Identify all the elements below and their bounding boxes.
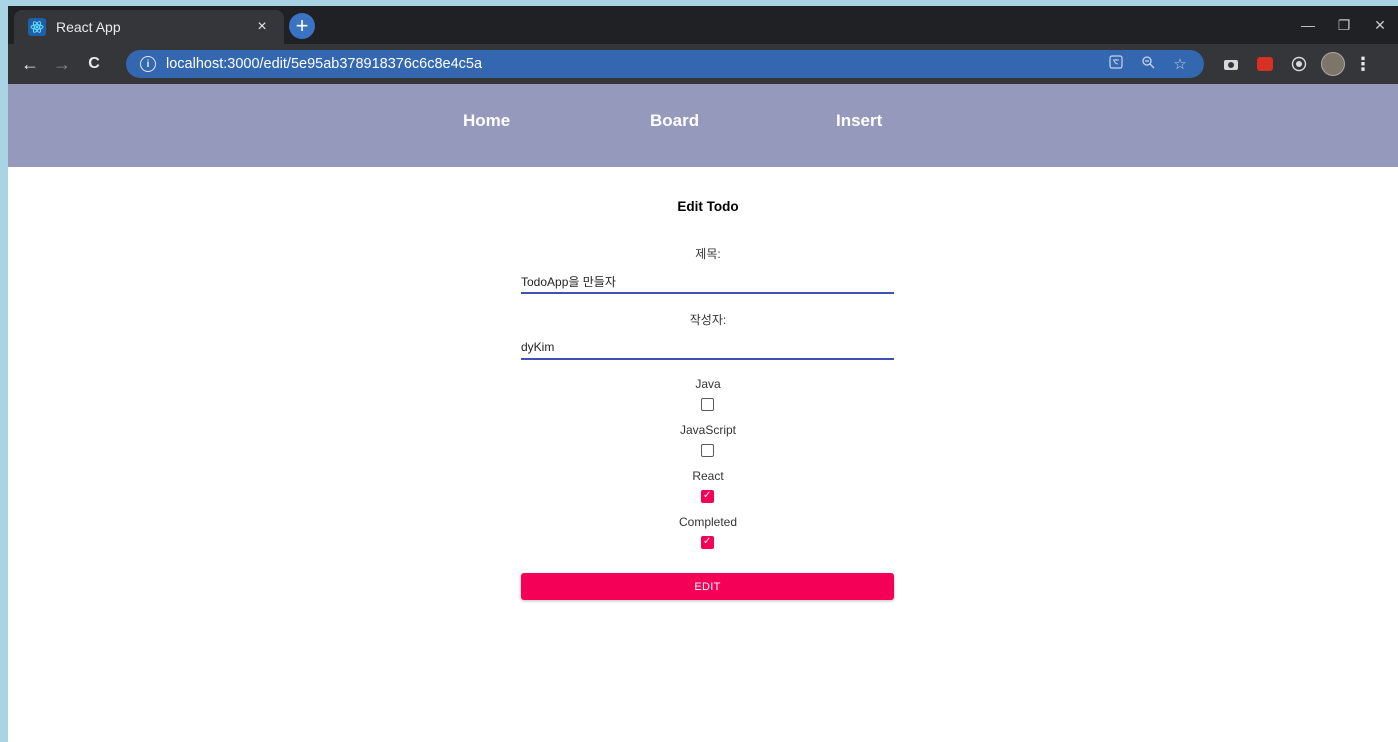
target-extension-icon[interactable] bbox=[1282, 56, 1316, 72]
red-extension-icon[interactable] bbox=[1248, 57, 1282, 71]
author-label: 작성자: bbox=[689, 313, 727, 327]
address-bar[interactable]: i localhost:3000/edit/5e95ab378918376c6c… bbox=[126, 50, 1204, 78]
java-checkbox[interactable] bbox=[701, 398, 714, 411]
react-favicon-icon bbox=[28, 18, 46, 36]
nav-insert-link[interactable]: Insert bbox=[836, 111, 882, 131]
java-label: Java bbox=[695, 377, 721, 391]
browser-toolbar: ← → C i localhost:3000/edit/5e95ab378918… bbox=[8, 44, 1398, 84]
title-input[interactable] bbox=[521, 270, 894, 294]
edit-submit-button[interactable]: EDIT bbox=[521, 573, 894, 600]
title-label: 제목: bbox=[695, 247, 721, 261]
check-icon: ✓ bbox=[703, 536, 712, 547]
author-input[interactable] bbox=[521, 336, 894, 360]
zoom-icon[interactable] bbox=[1132, 55, 1164, 73]
tab-bar: React App × + — ❐ ✕ bbox=[8, 6, 1398, 44]
completed-checkbox[interactable]: ✓ bbox=[701, 536, 714, 549]
bookmark-star-icon[interactable]: ☆ bbox=[1164, 55, 1196, 73]
check-icon: ✓ bbox=[703, 490, 712, 501]
minimize-icon[interactable]: — bbox=[1290, 17, 1326, 33]
tab-close-icon[interactable]: × bbox=[252, 18, 272, 36]
site-info-icon[interactable]: i bbox=[140, 56, 156, 72]
window-controls: — ❐ ✕ bbox=[1290, 6, 1398, 44]
edit-form: Edit Todo 제목: 작성자: Java JavaScript React… bbox=[8, 167, 1398, 742]
browser-menu-icon[interactable]: ⋮ bbox=[1350, 54, 1376, 75]
completed-label: Completed bbox=[678, 515, 738, 529]
nav-board-link[interactable]: Board bbox=[650, 111, 699, 131]
javascript-checkbox[interactable] bbox=[701, 444, 714, 457]
browser-window: React App × + — ❐ ✕ ← → C i localhost:30… bbox=[8, 6, 1398, 742]
back-icon[interactable]: ← bbox=[14, 54, 46, 75]
profile-avatar[interactable] bbox=[1316, 52, 1350, 76]
form-title: Edit Todo bbox=[677, 199, 739, 214]
app-navbar: Home Board Insert bbox=[8, 84, 1398, 167]
react-label: React bbox=[692, 469, 724, 483]
react-checkbox[interactable]: ✓ bbox=[701, 490, 714, 503]
reload-icon[interactable]: C bbox=[78, 55, 110, 73]
restore-icon[interactable]: ❐ bbox=[1326, 17, 1362, 34]
tab-title: React App bbox=[56, 19, 121, 35]
translate-icon[interactable] bbox=[1100, 55, 1132, 73]
browser-tab[interactable]: React App × bbox=[14, 10, 284, 44]
url-text[interactable]: localhost:3000/edit/5e95ab378918376c6c8e… bbox=[166, 56, 1100, 72]
nav-home-link[interactable]: Home bbox=[463, 111, 510, 131]
camera-extension-icon[interactable] bbox=[1214, 57, 1248, 71]
forward-icon[interactable]: → bbox=[46, 54, 78, 75]
new-tab-button[interactable]: + bbox=[289, 13, 315, 39]
close-window-icon[interactable]: ✕ bbox=[1362, 17, 1398, 34]
javascript-label: JavaScript bbox=[679, 423, 737, 437]
extensions: ⋮ bbox=[1214, 50, 1376, 78]
